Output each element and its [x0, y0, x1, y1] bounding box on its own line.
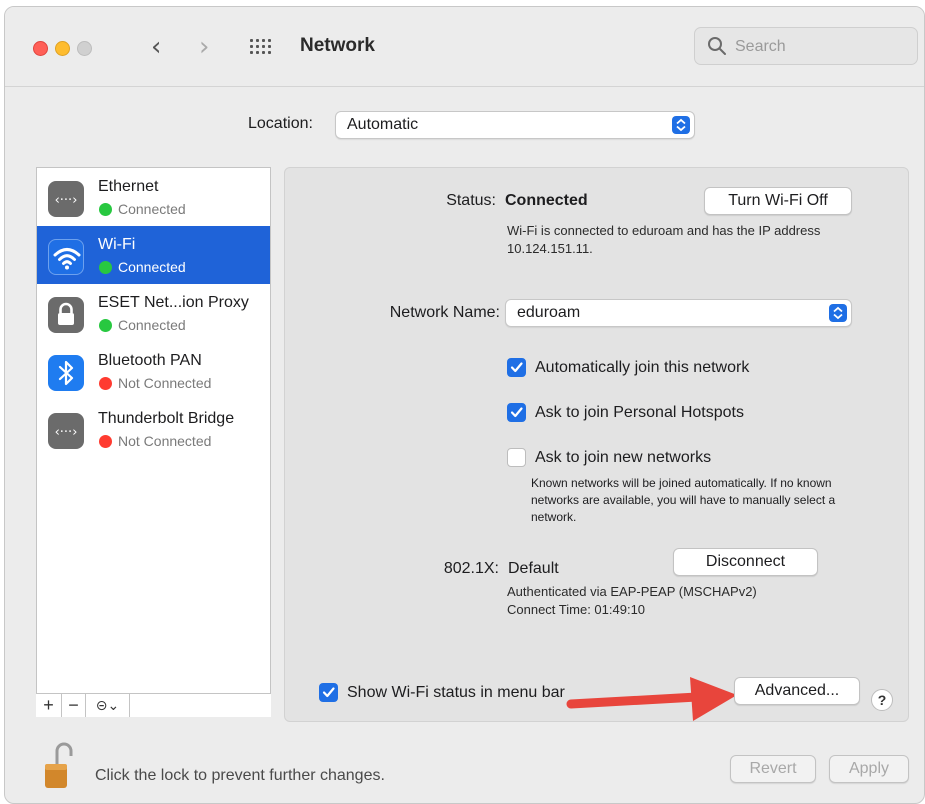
lock-icon [48, 297, 84, 333]
status-dot [99, 319, 112, 332]
network-name-value: eduroam [517, 304, 581, 321]
status-value: Connected [505, 192, 588, 209]
network-name-label: Network Name: [389, 304, 500, 321]
turn-wifi-off-button[interactable]: Turn Wi-Fi Off [704, 187, 852, 215]
status-description: Wi-Fi is connected to eduroam and has th… [507, 223, 821, 256]
location-value: Automatic [347, 116, 419, 133]
show-wifi-status-checkbox[interactable] [319, 683, 338, 702]
personal-hotspots-label: Ask to join Personal Hotspots [535, 404, 744, 421]
auto-join-checkbox[interactable] [507, 358, 526, 377]
join-note: Known networks will be joined automatica… [531, 476, 836, 524]
connect-time: Connect Time: 01:49:10 [507, 602, 646, 617]
ethernet-icon: ‹···› [48, 413, 84, 449]
revert-button[interactable]: Revert [730, 755, 816, 783]
service-name: ESET Net...ion Proxy [98, 294, 249, 311]
search-field[interactable]: Search [694, 27, 918, 65]
bluetooth-icon [48, 355, 84, 391]
lock-open-icon[interactable] [43, 742, 73, 790]
service-item-thunderbolt-bridge[interactable]: ‹···› Thunderbolt Bridge Not Connected [37, 400, 270, 458]
help-button[interactable]: ? [871, 689, 893, 711]
add-service-button[interactable]: + [36, 694, 62, 717]
service-actions-menu-button[interactable]: ⊝⌄ [86, 694, 130, 717]
ethernet-icon: ‹···› [48, 181, 84, 217]
service-status: Connected [118, 201, 186, 217]
remove-service-button[interactable]: − [62, 694, 86, 717]
status-dot [99, 261, 112, 274]
disconnect-button[interactable]: Disconnect [673, 548, 818, 576]
title-bar: ‹ › Network Search [5, 7, 924, 87]
zoom-window-button[interactable] [77, 41, 92, 56]
ask-new-networks-checkbox[interactable] [507, 448, 526, 467]
network-preferences-window: ‹ › Network Search Location: Automatic ‹… [4, 6, 925, 804]
window-title: Network [300, 35, 375, 56]
service-name: Bluetooth PAN [98, 352, 202, 369]
location-select[interactable]: Automatic [335, 111, 695, 139]
back-button[interactable]: ‹ [151, 33, 161, 61]
service-item-ethernet[interactable]: ‹···› Ethernet Connected [37, 168, 270, 226]
service-item-eset-proxy[interactable]: ESET Net...ion Proxy Connected [37, 284, 270, 342]
status-label: Status: [446, 192, 496, 209]
select-stepper-icon [829, 304, 847, 322]
service-name: Thunderbolt Bridge [98, 410, 235, 427]
annotation-arrow-icon [566, 677, 737, 721]
status-dot [99, 203, 112, 216]
wifi-icon [48, 239, 84, 275]
status-dot [99, 377, 112, 390]
service-name: Wi-Fi [98, 236, 136, 253]
show-all-grid-icon[interactable] [250, 39, 272, 57]
advanced-button[interactable]: Advanced... [734, 677, 860, 705]
dot1x-value: Default [508, 560, 559, 577]
service-list-toolbar: + − ⊝⌄ [36, 693, 271, 717]
forward-button[interactable]: › [199, 33, 209, 61]
apply-button[interactable]: Apply [829, 755, 909, 783]
personal-hotspots-checkbox[interactable] [507, 403, 526, 422]
service-status: Not Connected [118, 375, 212, 391]
service-name: Ethernet [98, 178, 159, 195]
lock-message: Click the lock to prevent further change… [95, 767, 385, 784]
service-list: ‹···› Ethernet Connected Wi-Fi Connected [36, 167, 271, 717]
service-status: Connected [118, 317, 186, 333]
auto-join-label: Automatically join this network [535, 359, 750, 376]
service-item-wifi[interactable]: Wi-Fi Connected [37, 226, 270, 284]
network-name-select[interactable]: eduroam [505, 299, 852, 327]
ask-new-networks-label: Ask to join new networks [535, 449, 712, 466]
select-stepper-icon [672, 116, 690, 134]
svg-text:‹···›: ‹···› [55, 193, 78, 208]
show-wifi-status-label: Show Wi-Fi status in menu bar [347, 684, 565, 701]
auth-method: Authenticated via EAP-PEAP (MSCHAPv2) [507, 584, 757, 599]
status-dot [99, 435, 112, 448]
minimize-window-button[interactable] [55, 41, 70, 56]
location-label: Location: [248, 115, 313, 132]
search-icon [708, 37, 726, 55]
close-window-button[interactable] [33, 41, 48, 56]
svg-text:‹···›: ‹···› [55, 425, 78, 440]
service-status: Not Connected [118, 433, 212, 449]
service-item-bluetooth-pan[interactable]: Bluetooth PAN Not Connected [37, 342, 270, 400]
search-placeholder: Search [735, 38, 786, 55]
service-status: Connected [118, 259, 186, 275]
dot1x-label: 802.1X: [443, 560, 499, 577]
